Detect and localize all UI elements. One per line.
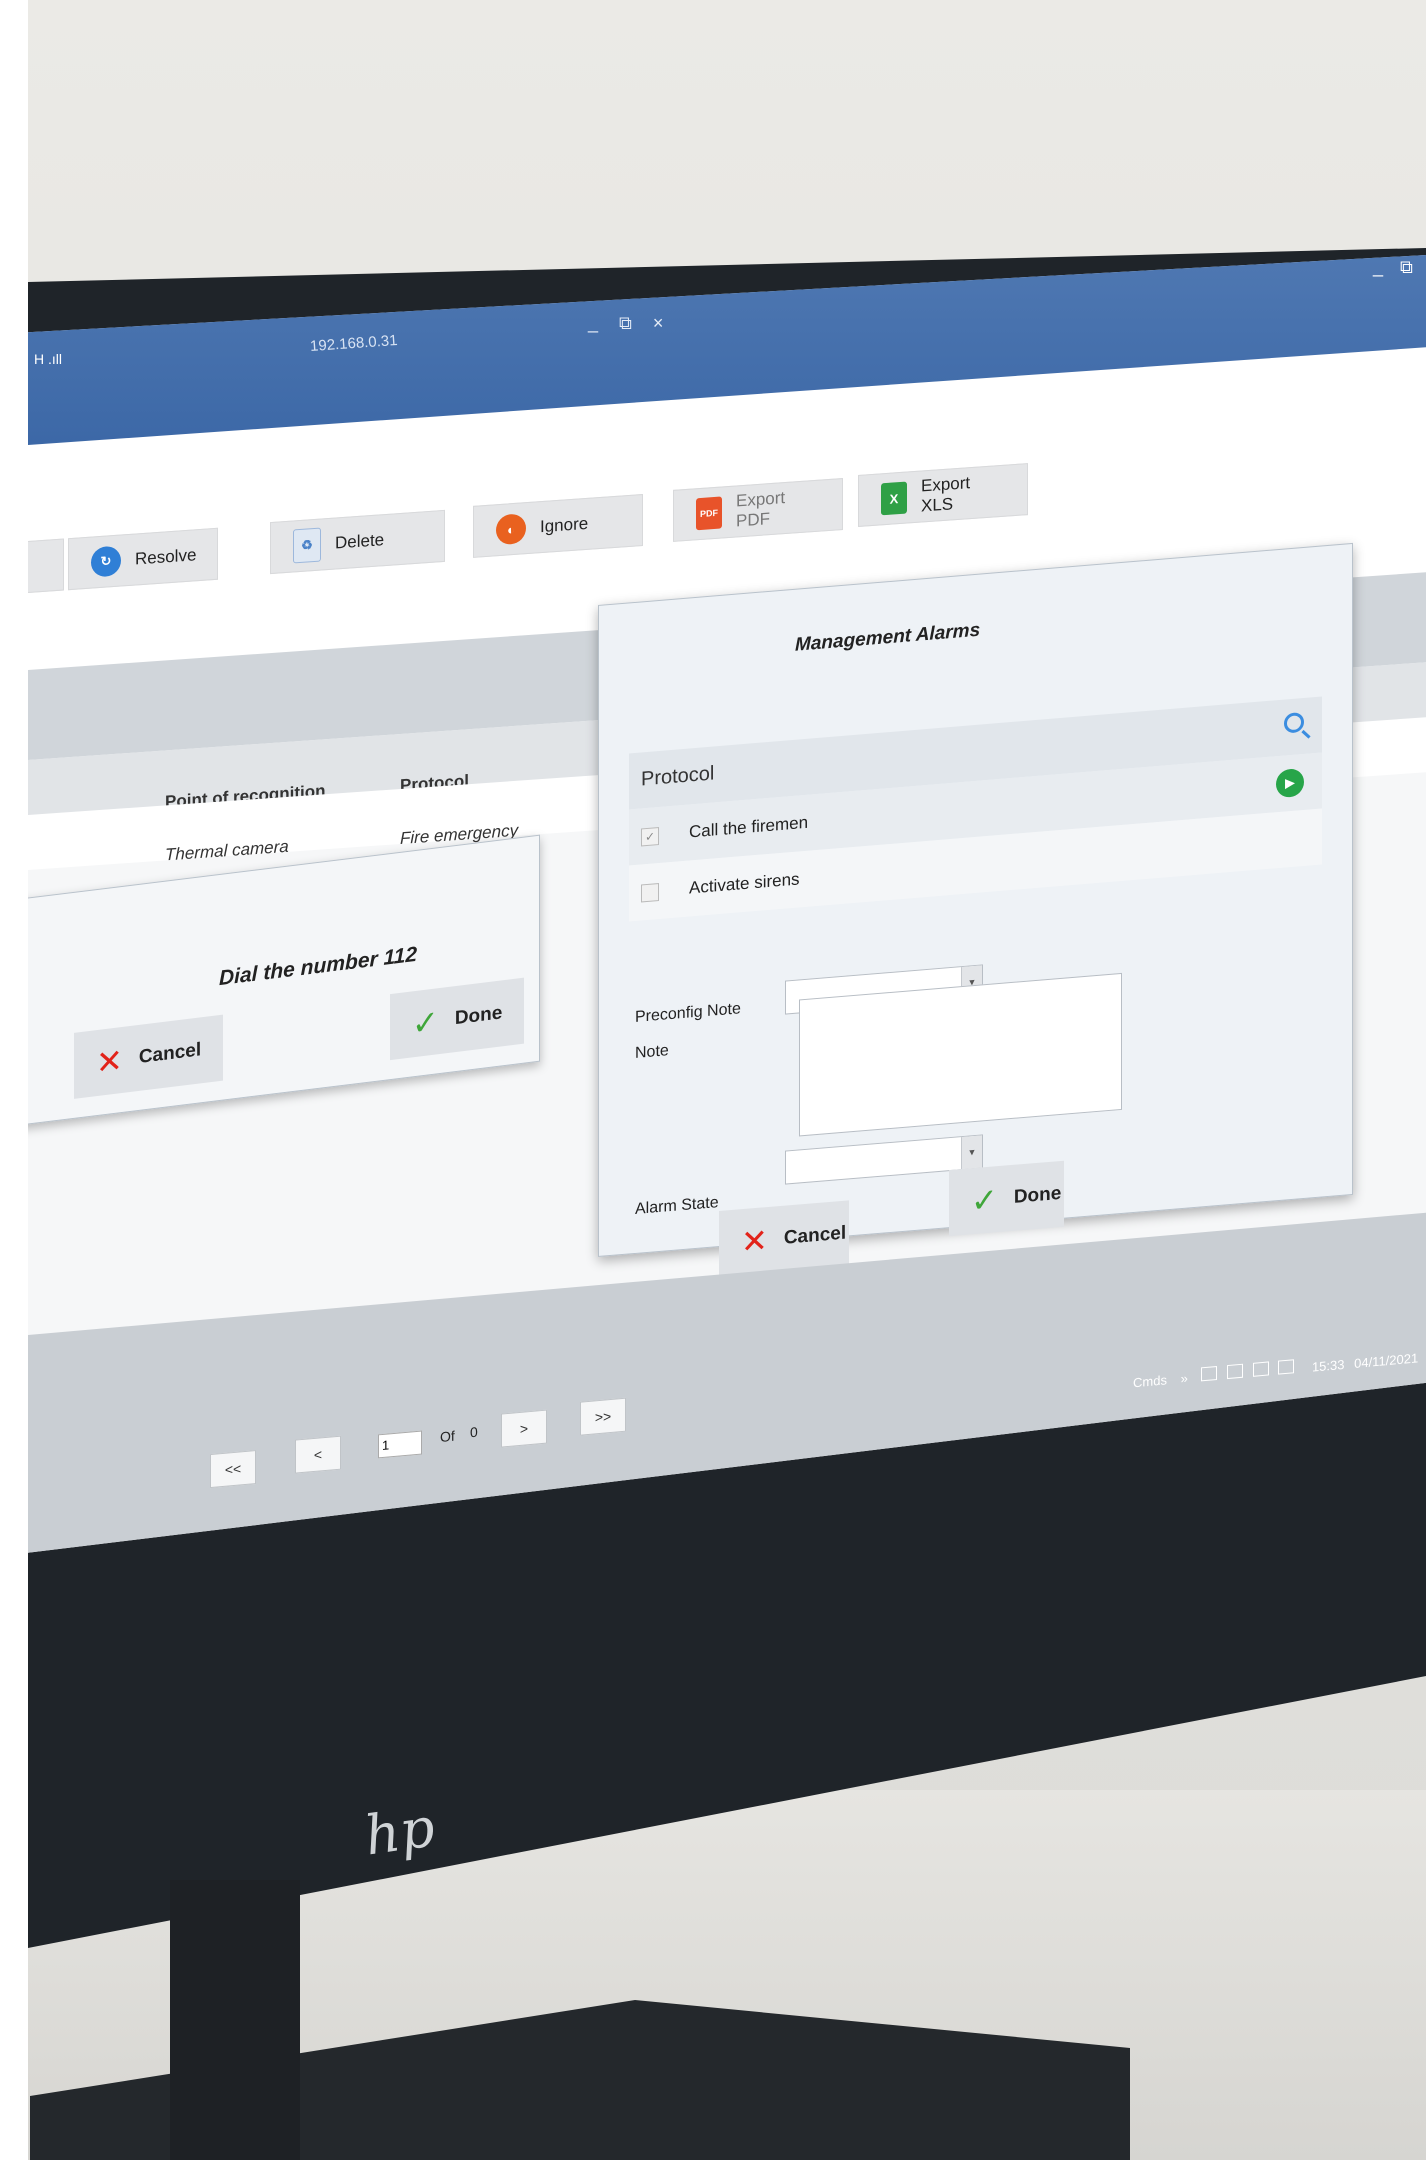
step-dialog: Dial the number 112 ✕ Cancel ✓ Done	[28, 834, 540, 1127]
dialog-title: Management Alarms	[795, 619, 981, 656]
protocol-item-label: Activate sirens	[689, 869, 800, 898]
outer-window-controls[interactable]: _ ⧉	[1373, 257, 1419, 278]
step-done-button[interactable]: ✓ Done	[390, 977, 525, 1061]
checkbox-call-firemen[interactable]: ✓	[641, 826, 659, 847]
mgmt-cancel-label: Cancel	[783, 1222, 847, 1249]
export-xls-label: Export XLS	[921, 473, 971, 516]
left-edge-strip	[0, 0, 28, 2160]
chevron-icon[interactable]: »	[1181, 1371, 1188, 1387]
search-icon[interactable]	[1284, 711, 1304, 734]
step-done-label: Done	[454, 1002, 503, 1030]
volume-icon[interactable]	[1278, 1359, 1295, 1375]
done-check-icon: ✓	[971, 1181, 998, 1220]
page-number-input[interactable]: 1	[378, 1430, 422, 1459]
signal-icon: H .ıll	[34, 351, 62, 367]
export-xls-button[interactable]: X Export XLS	[858, 463, 1028, 527]
monitor-stand	[170, 1880, 300, 2160]
resolve-label: Resolve	[135, 545, 197, 569]
note-textarea[interactable]	[799, 972, 1122, 1137]
mgmt-done-label: Done	[1013, 1182, 1062, 1208]
management-alarms-dialog: Management Alarms Protocol ✓ Call the fi…	[598, 542, 1353, 1278]
recycle-icon: ♻	[293, 527, 321, 564]
checkbox-activate-sirens[interactable]	[641, 882, 659, 903]
tablet-icon[interactable]	[1227, 1363, 1244, 1380]
alarm-state-label: Alarm State	[635, 1194, 719, 1218]
next-page-button[interactable]: >	[501, 1409, 547, 1448]
protocol-label: Protocol	[641, 762, 715, 791]
prev-page-button[interactable]: <	[295, 1435, 341, 1474]
delete-button[interactable]: ♻ Delete	[270, 509, 445, 575]
resolve-icon: ↻	[91, 545, 121, 578]
system-tray: Cmds » 15:33 04/11/2021	[1133, 1348, 1418, 1390]
protocol-item-label: Call the firemen	[689, 812, 809, 842]
done-check-icon: ✓	[412, 1003, 439, 1043]
step-cancel-label: Cancel	[138, 1039, 202, 1068]
preconfig-note-label: Preconfig Note	[635, 1000, 741, 1026]
cell-point-of-recognition: Thermal camera	[165, 836, 289, 865]
pdf-icon: PDF	[696, 496, 722, 531]
network-icon[interactable]	[1252, 1361, 1269, 1377]
toolbar-partial-button[interactable]	[28, 538, 64, 594]
tray-up-icon[interactable]	[1201, 1365, 1218, 1382]
last-page-button[interactable]: >>	[580, 1397, 626, 1436]
cancel-x-icon: ✕	[96, 1041, 123, 1082]
resolve-button[interactable]: ↻ Resolve	[68, 527, 218, 591]
cancel-x-icon: ✕	[741, 1222, 768, 1261]
inner-window-controls[interactable]: _ ⧉ ×	[588, 313, 671, 334]
step-cancel-button[interactable]: ✕ Cancel	[74, 1014, 224, 1099]
ip-address: 192.168.0.31	[309, 331, 399, 356]
xls-icon: X	[881, 481, 907, 516]
clock-time: 15:33	[1311, 1356, 1345, 1375]
cmds-label[interactable]: Cmds	[1133, 1372, 1167, 1390]
chevron-down-icon[interactable]: ▼	[961, 1135, 982, 1170]
ignore-label: Ignore	[540, 513, 589, 537]
ignore-icon: ◐	[496, 513, 526, 546]
export-pdf-label: Export PDF	[736, 488, 786, 531]
mgmt-done-button[interactable]: ✓ Done	[949, 1160, 1064, 1237]
step-message: Dial the number 112	[219, 942, 418, 991]
play-icon[interactable]: ▶	[1276, 767, 1304, 799]
hp-logo: hp	[360, 1795, 439, 1868]
note-label: Note	[635, 1042, 669, 1062]
of-label: Of	[440, 1427, 455, 1445]
total-pages: 0	[470, 1423, 478, 1441]
first-page-button[interactable]: <<	[210, 1450, 256, 1489]
export-pdf-button[interactable]: PDF Export PDF	[673, 478, 843, 542]
delete-label: Delete	[335, 530, 385, 553]
clock-date: 04/11/2021	[1354, 1350, 1419, 1371]
ignore-button[interactable]: ◐ Ignore	[473, 493, 643, 558]
